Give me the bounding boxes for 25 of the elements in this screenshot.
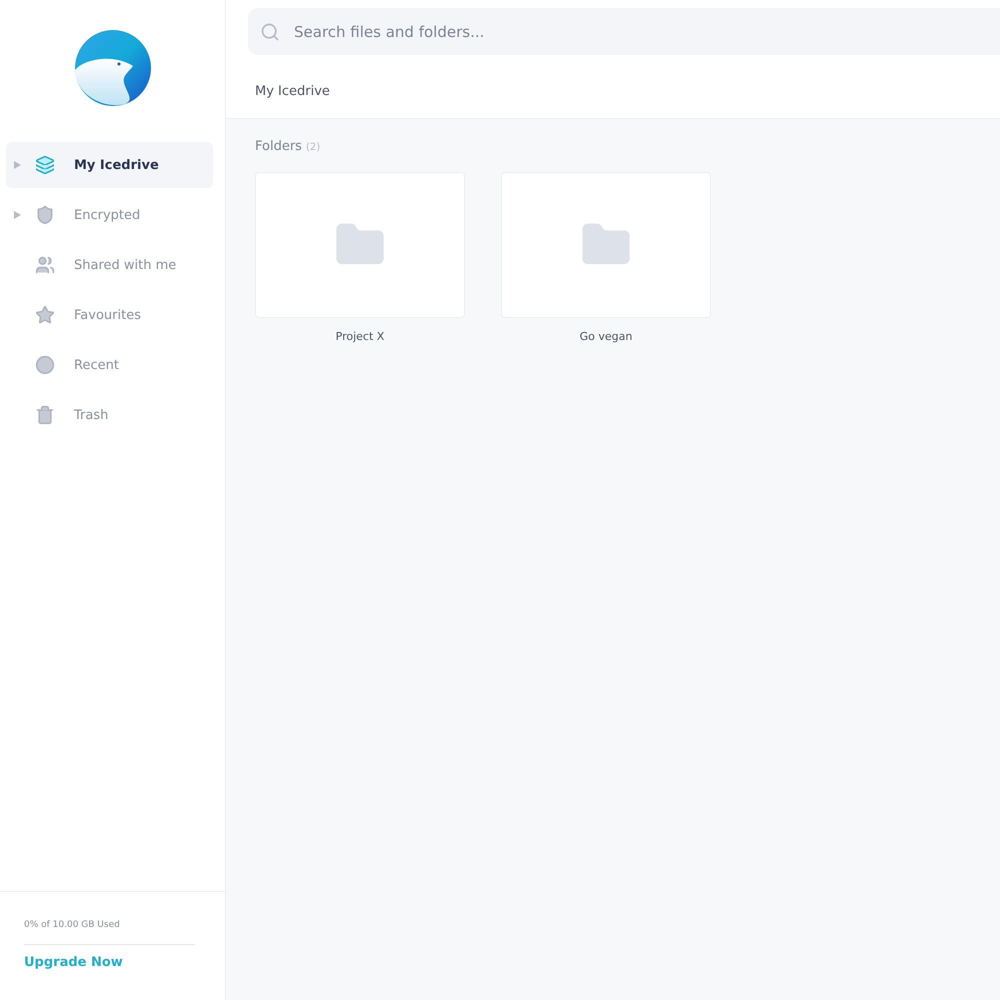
caret-icon[interactable] <box>14 161 21 169</box>
storage-usage: 0% of 10.00 GB Used <box>24 920 195 945</box>
caret-icon[interactable] <box>14 211 21 219</box>
users-icon <box>35 255 55 275</box>
sidebar-item[interactable]: My Icedrive <box>6 142 213 188</box>
sidebar-item[interactable]: Favourites <box>6 292 213 338</box>
layers-icon <box>35 155 55 175</box>
section-title: Folders <box>255 139 302 154</box>
folder-name: Project X <box>336 330 384 343</box>
search-icon <box>260 22 280 42</box>
folder-card[interactable] <box>255 172 465 318</box>
sidebar-item[interactable]: Trash <box>6 392 213 438</box>
sidebar-item[interactable]: Shared with me <box>6 242 213 288</box>
sidebar-item[interactable]: Recent <box>6 342 213 388</box>
sidebar-item[interactable]: Encrypted <box>6 192 213 238</box>
upgrade-link[interactable]: Upgrade Now <box>24 955 195 970</box>
search-field[interactable]: Search files and folders... <box>248 8 1000 55</box>
folder-name: Go vegan <box>580 330 632 343</box>
breadcrumb: My Icedrive <box>254 83 331 101</box>
logo-icon <box>74 30 150 106</box>
shield-icon <box>35 205 55 225</box>
star-icon <box>35 305 55 325</box>
folder-count: (2) <box>306 142 320 153</box>
trash-icon <box>35 405 55 425</box>
folder-card[interactable] <box>501 172 711 318</box>
